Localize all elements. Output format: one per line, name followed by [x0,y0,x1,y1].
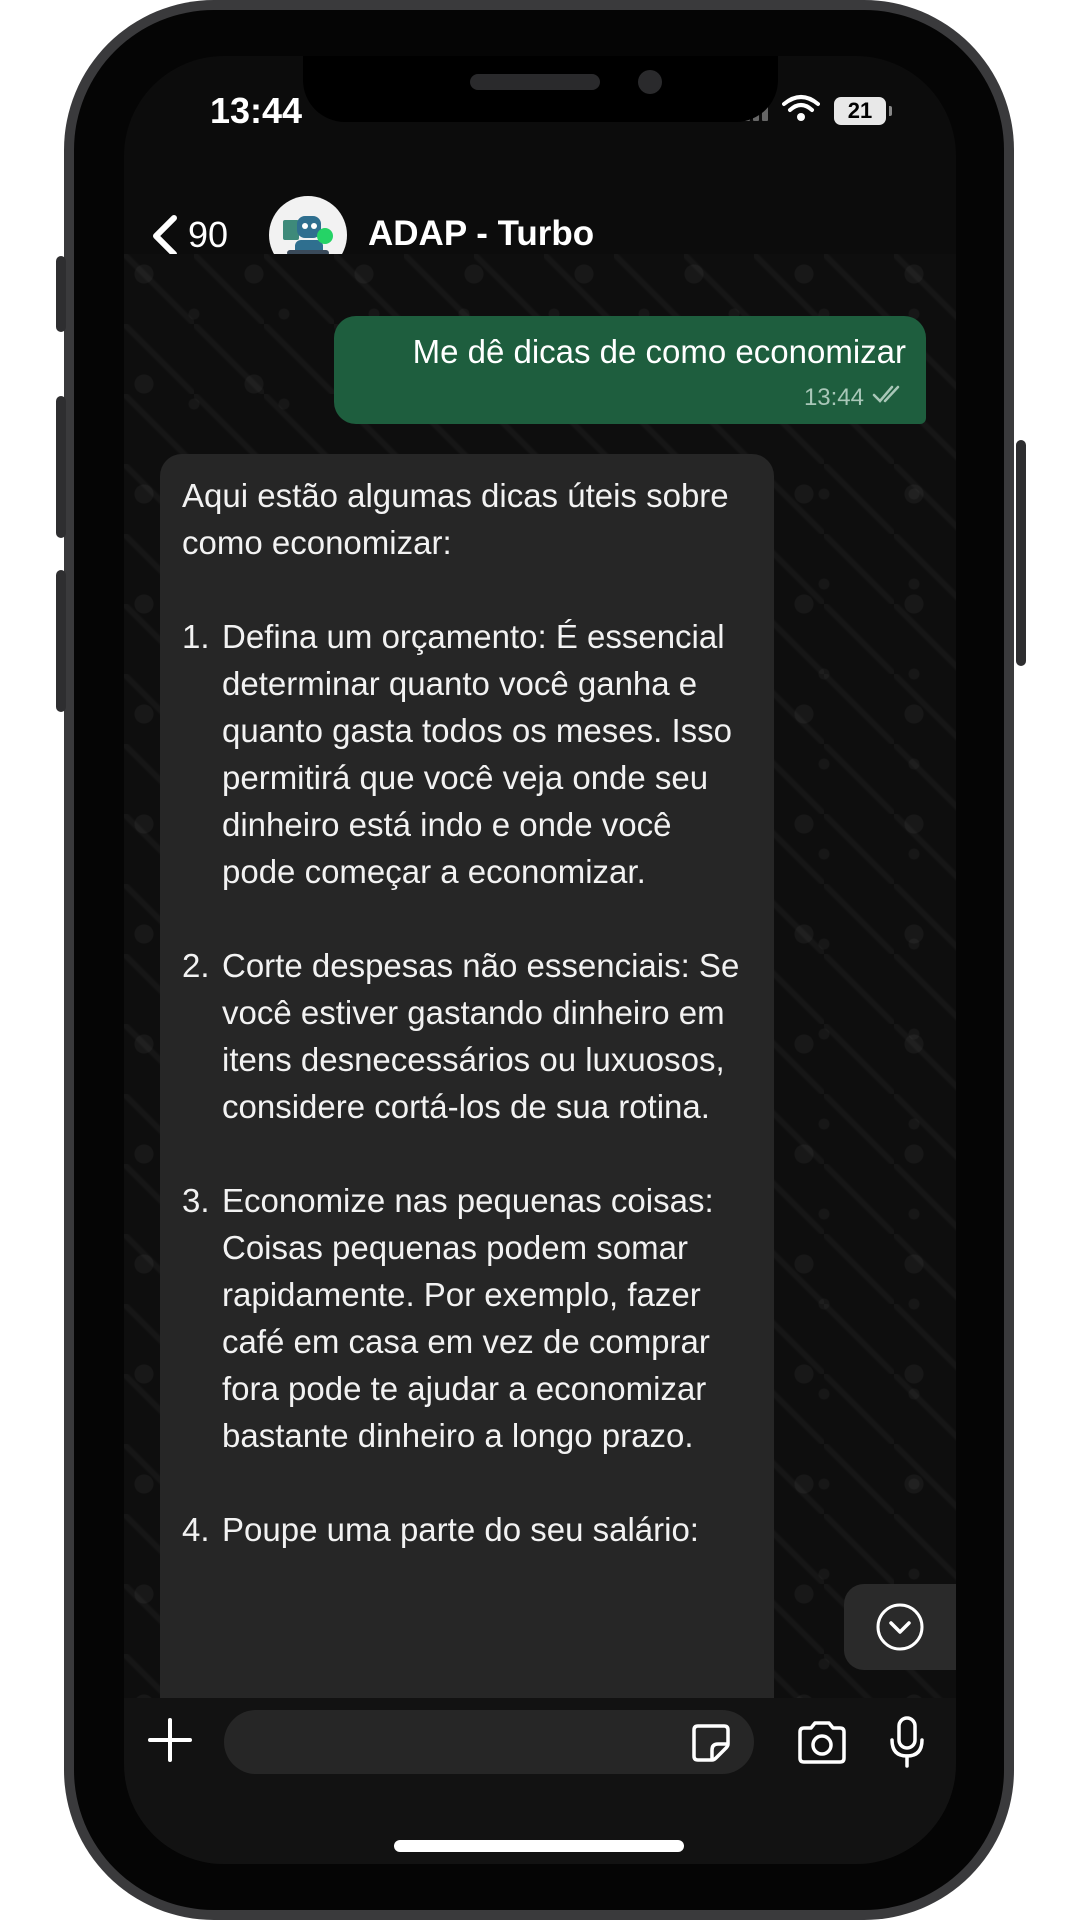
tip-item: 2. Corte despesas não essenciais: Se voc… [182,942,752,1130]
power-button [1016,440,1026,666]
outgoing-message-text: Me dê dicas de como economizar [412,333,906,370]
silent-switch [56,256,66,332]
message-intro: Aqui estão algumas dicas úteis sobre com… [182,477,729,561]
scroll-to-bottom-button[interactable] [844,1584,956,1670]
double-check-icon [872,383,906,412]
front-camera [638,70,662,94]
chevron-down-circle-icon [876,1603,924,1651]
incoming-message[interactable]: Aqui estão algumas dicas úteis sobre com… [160,454,774,1698]
tip-item: 1. Defina um orçamento: É essencial dete… [182,613,752,895]
tip-text: Poupe uma parte do seu salário: [222,1511,699,1548]
tip-text: Economize nas pequenas coisas: Coisas pe… [222,1182,714,1454]
tip-text: Defina um orçamento: É essencial determi… [222,618,732,890]
home-indicator[interactable] [394,1840,684,1852]
earpiece-speaker [470,74,600,90]
camera-icon[interactable] [796,1720,848,1764]
chat-area[interactable]: Me dê dicas de como economizar 13:44 Aqu… [124,254,956,1698]
notch [303,56,778,122]
message-composer [124,1698,956,1864]
volume-up-button [56,396,66,538]
microphone-icon[interactable] [888,1716,926,1768]
message-meta: 13:44 [804,383,906,412]
status-time: 13:44 [210,90,303,131]
message-time: 13:44 [803,383,864,411]
unread-count[interactable]: 90 [188,214,228,256]
tip-number: 3. [182,1182,210,1219]
battery-icon: 21 [834,96,892,125]
sticker-icon[interactable] [690,1722,732,1764]
tip-item: 4. Poupe uma parte do seu salário: [182,1506,752,1553]
plus-icon[interactable] [146,1716,194,1764]
tip-number: 2. [182,947,210,984]
message-input[interactable] [224,1710,754,1774]
tip-text: Corte despesas não essenciais: Se você e… [222,947,740,1125]
tip-number: 1. [182,618,210,655]
outgoing-message[interactable]: Me dê dicas de como economizar 13:44 [334,316,926,424]
wifi-icon [782,94,820,127]
contact-name[interactable]: ADAP - Turbo [368,214,594,254]
volume-down-button [56,570,66,712]
phone-screen: 13:44 21 90 ADAP - Turbo Me dê dicas de … [124,56,956,1864]
tip-item: 3. Economize nas pequenas coisas: Coisas… [182,1177,752,1459]
tip-number: 4. [182,1511,210,1548]
